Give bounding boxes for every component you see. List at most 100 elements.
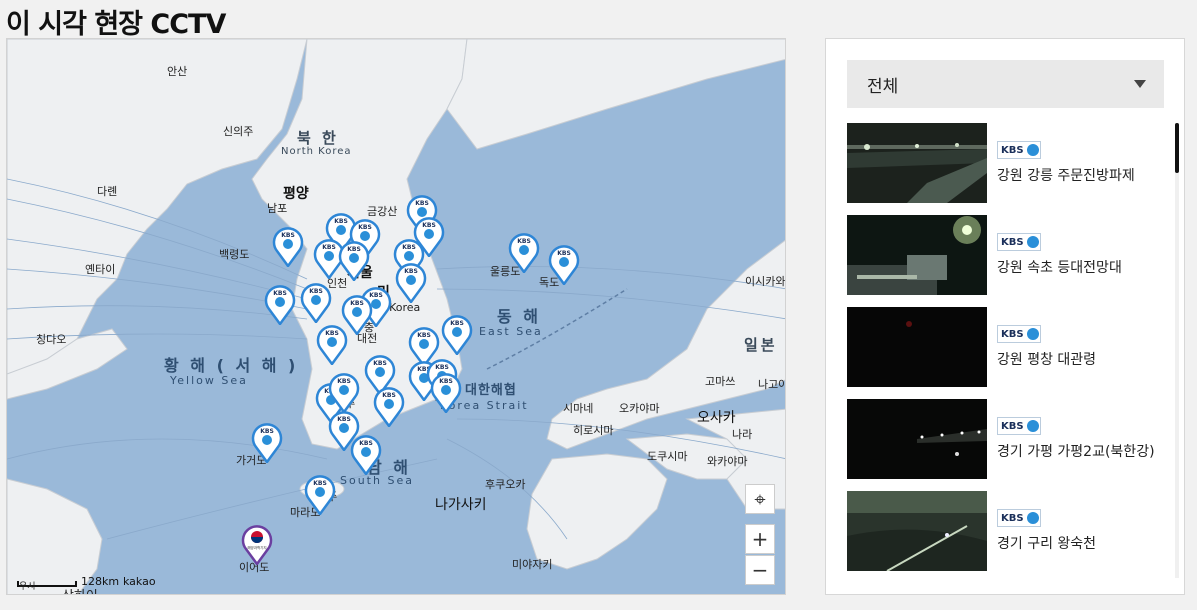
city-label: 오사카: [697, 410, 736, 426]
svg-text:KBS: KBS: [337, 416, 351, 423]
kbs-badge: KBS: [997, 509, 1041, 527]
cctv-map[interactable]: 안산 신의주 북 한 North Korea 평양 남포 다롄 백령도 옌타이 …: [6, 38, 786, 595]
cctv-thumbnail: [847, 307, 987, 387]
cctv-list-item[interactable]: KBS 강원 속초 등대전망대: [847, 215, 1167, 297]
list-scrollbar[interactable]: [1175, 123, 1179, 578]
country-label: 일본: [744, 336, 778, 354]
cctv-map-pin[interactable]: KBS: [303, 471, 337, 517]
svg-text:KBS: KBS: [402, 244, 416, 251]
sea-label-en: South Sea: [340, 474, 414, 487]
scale-left-label: 우시: [19, 582, 36, 592]
dropdown-selected-value: 전체: [867, 76, 899, 97]
cctv-map-pin[interactable]: KBS: [271, 223, 305, 269]
svg-text:KBS: KBS: [260, 428, 274, 435]
minus-icon: −: [751, 558, 769, 582]
kbs-badge: KBS: [997, 141, 1041, 159]
svg-text:KBS: KBS: [359, 440, 373, 447]
country-label-en: North Korea: [281, 146, 352, 157]
caret-down-icon: [1134, 80, 1146, 88]
cctv-map-pin[interactable]: KBS: [299, 279, 333, 325]
city-label: 나라: [732, 428, 753, 441]
cctv-thumbnail: [847, 215, 987, 295]
plus-icon: +: [751, 527, 769, 551]
sea-label-en: East Sea: [479, 325, 543, 338]
svg-text:해양과학기지: 해양과학기지: [247, 545, 266, 550]
svg-text:KBS: KBS: [325, 330, 339, 337]
cctv-list[interactable]: KBS 강원 강릉 주문진방파제 KBS 강원 속초 등대전망대 KBS 강원 …: [847, 123, 1177, 578]
zoom-out-button[interactable]: −: [745, 555, 775, 585]
city-label: 안산: [167, 65, 188, 78]
cctv-map-pin[interactable]: KBS: [394, 259, 428, 305]
cctv-list-item[interactable]: KBS 경기 가평 가평2교(북한강): [847, 399, 1167, 481]
city-label: 오카야마: [619, 402, 660, 415]
city-label: 이시카와: [745, 275, 786, 288]
scrollbar-thumb[interactable]: [1175, 123, 1179, 173]
kbs-logo-icon: [1026, 512, 1039, 524]
kbs-badge: KBS: [997, 325, 1041, 343]
city-label: 나가사키: [435, 497, 487, 513]
svg-text:KBS: KBS: [450, 320, 464, 327]
cctv-map-pin[interactable]: KBS: [429, 369, 463, 415]
cctv-item-name: 경기 구리 왕숙천: [997, 536, 1097, 552]
kbs-badge: KBS: [997, 233, 1041, 251]
svg-text:KBS: KBS: [347, 246, 361, 253]
city-label: 칭다오: [36, 333, 67, 346]
city-label: 나고야: [758, 378, 786, 391]
city-label: 백령도: [219, 248, 250, 261]
cctv-map-pin[interactable]: KBS: [263, 281, 297, 327]
cctv-list-item[interactable]: KBS 강원 평창 대관령: [847, 307, 1167, 389]
svg-text:KBS: KBS: [358, 224, 372, 231]
kbs-logo-icon: [1026, 144, 1039, 156]
svg-text:KBS: KBS: [417, 332, 431, 339]
cctv-map-pin[interactable]: KBS: [349, 431, 383, 477]
map-base[interactable]: [7, 39, 786, 595]
cctv-thumbnail: [847, 399, 987, 479]
kbs-badge: KBS: [997, 417, 1041, 435]
cctv-item-name: 강원 강릉 주문진방파제: [997, 168, 1135, 184]
svg-text:KBS: KBS: [281, 232, 295, 239]
sea-label-ko: 황 해 ( 서 해 ): [164, 356, 299, 375]
cctv-item-name: 강원 평창 대관령: [997, 352, 1097, 368]
city-label: 상하이: [62, 585, 98, 594]
cctv-item-name: 강원 속초 등대전망대: [997, 260, 1122, 276]
cctv-list-item[interactable]: KBS 강원 강릉 주문진방파제: [847, 123, 1167, 205]
svg-text:KBS: KBS: [557, 250, 571, 257]
kbs-logo-icon: [1026, 420, 1039, 432]
svg-text:KBS: KBS: [350, 300, 364, 307]
cctv-map-pin[interactable]: KBS: [250, 419, 284, 465]
sea-label-ko: 동 해: [497, 307, 542, 326]
city-label: 미야자키: [512, 558, 553, 571]
map-brand: kakao: [123, 575, 156, 588]
kbs-logo-icon: [1026, 236, 1039, 248]
svg-text:KBS: KBS: [422, 222, 436, 229]
zoom-in-button[interactable]: +: [745, 524, 775, 554]
page-title: 이 시각 현장 CCTV: [6, 9, 226, 40]
svg-text:KBS: KBS: [334, 218, 348, 225]
city-label: 시마네: [563, 402, 594, 415]
cctv-map-pin[interactable]: KBS: [547, 241, 581, 287]
svg-text:KBS: KBS: [517, 238, 531, 245]
region-dropdown[interactable]: 전체: [847, 60, 1164, 108]
city-label: 히로시마: [573, 424, 614, 437]
city-label: 도쿠시마: [647, 450, 688, 463]
locate-button[interactable]: ⌖: [745, 484, 775, 514]
city-label: 후쿠오카: [485, 478, 526, 491]
city-label: 옌타이: [85, 263, 116, 276]
svg-text:KBS: KBS: [404, 268, 418, 275]
cctv-thumbnail: [847, 123, 987, 203]
kbs-logo-icon: [1026, 328, 1039, 340]
city-label: 와카야마: [707, 455, 748, 468]
cctv-list-item[interactable]: KBS 경기 구리 왕숙천: [847, 491, 1167, 573]
cctv-thumbnail: [847, 491, 987, 571]
ieodo-station-pin[interactable]: 해양과학기지: [240, 521, 274, 567]
cctv-item-name: 경기 가평 가평2교(북한강): [997, 444, 1155, 460]
city-label: 남포: [267, 202, 288, 215]
sea-label-ko: 대한해협: [465, 383, 517, 398]
cctv-map-pin[interactable]: KBS: [315, 321, 349, 367]
cctv-map-pin[interactable]: KBS: [337, 237, 371, 283]
cctv-map-pin[interactable]: KBS: [440, 311, 474, 357]
cctv-map-pin[interactable]: KBS: [507, 229, 541, 275]
svg-text:KBS: KBS: [309, 288, 323, 295]
cctv-map-pin[interactable]: KBS: [372, 383, 406, 429]
sea-label-en: Yellow Sea: [170, 374, 248, 387]
